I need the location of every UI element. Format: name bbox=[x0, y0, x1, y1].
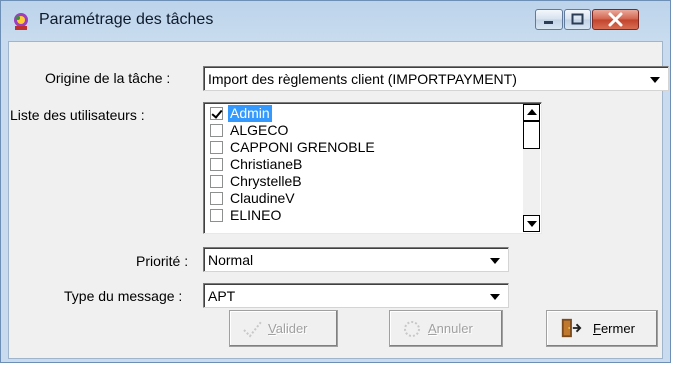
user-list-item[interactable]: ClaudineV bbox=[207, 190, 521, 207]
scroll-down-button[interactable] bbox=[523, 215, 540, 232]
users-label: Liste des utilisateurs : bbox=[10, 107, 145, 123]
scroll-up-button[interactable] bbox=[523, 104, 540, 121]
user-checkbox[interactable] bbox=[210, 124, 223, 137]
maximize-button[interactable] bbox=[564, 9, 591, 30]
close-button[interactable]: Fermer bbox=[546, 310, 658, 347]
close-mnemonic: F bbox=[593, 321, 601, 336]
message-type-select[interactable]: APT bbox=[203, 283, 509, 308]
chevron-down-icon[interactable] bbox=[490, 258, 500, 264]
validate-icon bbox=[243, 321, 262, 338]
validate-label: alider bbox=[275, 321, 308, 336]
user-list-item[interactable]: Admin bbox=[207, 105, 521, 122]
user-name: ELINEO bbox=[230, 207, 282, 223]
window-title: Paramétrage des tâches bbox=[39, 11, 214, 28]
user-checkbox[interactable] bbox=[210, 192, 223, 205]
close-window-button[interactable] bbox=[592, 9, 639, 30]
priority-label: Priorité : bbox=[136, 253, 189, 269]
message-type-value: APT bbox=[208, 288, 236, 304]
user-checkbox[interactable] bbox=[210, 209, 223, 222]
user-name: ClaudineV bbox=[230, 190, 295, 206]
user-list-item[interactable]: ALGECO bbox=[207, 122, 521, 139]
title-bar[interactable]: Paramétrage des tâches bbox=[1, 1, 670, 41]
priority-select[interactable]: Normal bbox=[203, 247, 509, 272]
origin-label: Origine de la tâche : bbox=[45, 70, 171, 86]
cancel-label: nnuler bbox=[436, 321, 473, 336]
user-name: ALGECO bbox=[230, 122, 289, 138]
cancel-mnemonic: A bbox=[428, 321, 437, 336]
maximize-icon bbox=[571, 13, 584, 25]
chevron-down-icon[interactable] bbox=[490, 294, 500, 300]
user-checkbox[interactable] bbox=[210, 141, 223, 154]
task-settings-icon bbox=[14, 13, 28, 30]
origin-select[interactable]: Import des règlements client (IMPORTPAYM… bbox=[203, 66, 669, 91]
user-list-item[interactable]: ChristianeB bbox=[207, 156, 521, 173]
cancel-icon bbox=[404, 321, 420, 337]
cancel-button[interactable]: Annuler bbox=[389, 310, 503, 347]
scroll-thumb[interactable] bbox=[523, 121, 540, 149]
user-checkbox[interactable] bbox=[210, 175, 223, 188]
validate-mnemonic: V bbox=[268, 321, 276, 336]
minimize-button[interactable] bbox=[535, 9, 563, 30]
dialog-body: Origine de la tâche : Import des règleme… bbox=[8, 41, 669, 359]
user-name: Admin bbox=[228, 105, 272, 122]
users-listbox[interactable]: Admin ALGECO CAPPONI GRENOBLE ChristianeB Ch… bbox=[203, 102, 542, 234]
priority-value: Normal bbox=[208, 252, 254, 268]
user-list-item[interactable]: ELINEO bbox=[207, 207, 521, 224]
exit-door-icon bbox=[561, 318, 582, 338]
user-name: CAPPONI GRENOBLE bbox=[230, 139, 375, 155]
user-checkbox[interactable] bbox=[210, 158, 223, 171]
message-type-label: Type du message : bbox=[64, 288, 183, 304]
origin-value: Import des règlements client (IMPORTPAYM… bbox=[208, 71, 517, 87]
close-label: ermer bbox=[600, 321, 635, 336]
validate-button[interactable]: Valider bbox=[229, 310, 338, 347]
dialog-window: Paramétrage des tâches Origine de la tâc… bbox=[0, 0, 671, 363]
users-scrollbar[interactable] bbox=[523, 104, 540, 232]
user-list-item[interactable]: CAPPONI GRENOBLE bbox=[207, 139, 521, 156]
user-checkbox[interactable] bbox=[210, 107, 223, 120]
chevron-down-icon[interactable] bbox=[650, 77, 660, 83]
user-name: ChristianeB bbox=[230, 156, 303, 172]
user-name: ChrystelleB bbox=[230, 173, 302, 189]
user-list-item[interactable]: ChrystelleB bbox=[207, 173, 521, 190]
close-icon bbox=[608, 12, 623, 27]
minimize-icon bbox=[544, 21, 553, 24]
